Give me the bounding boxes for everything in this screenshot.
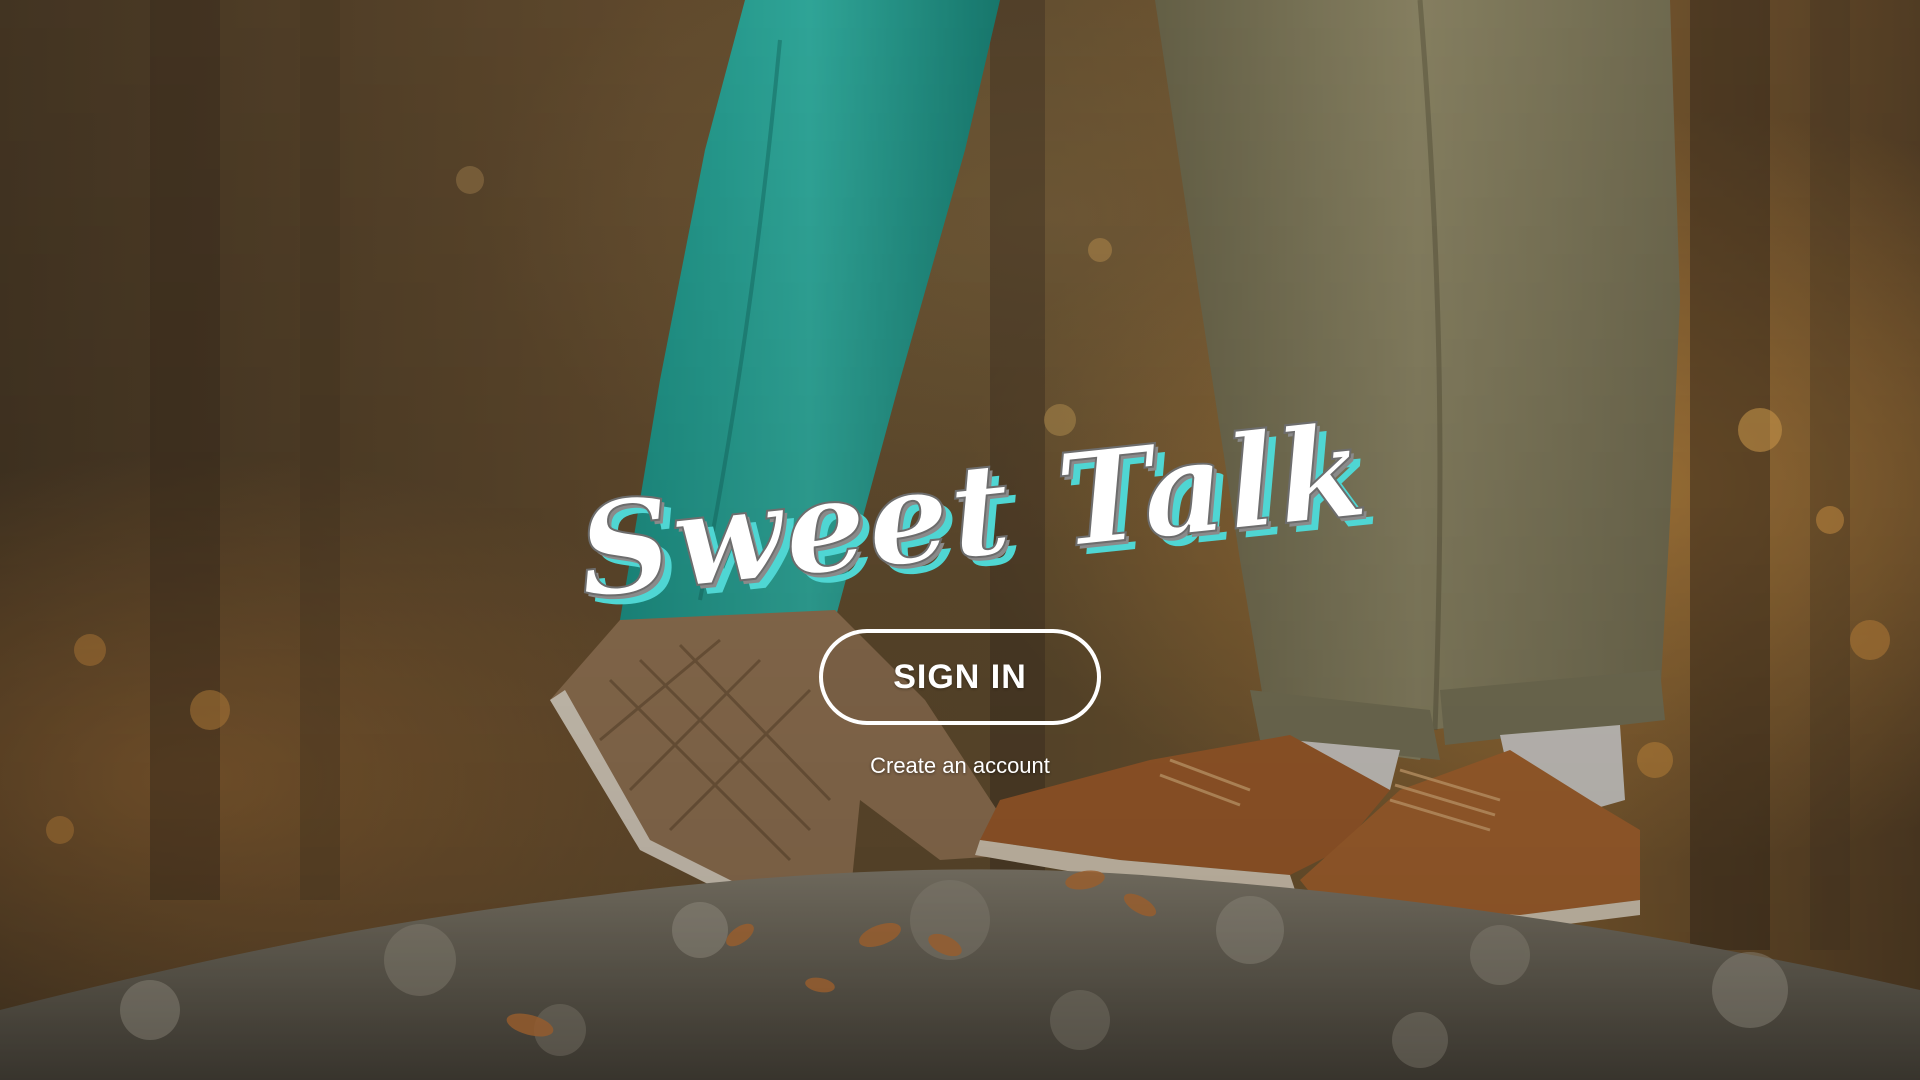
sweet-talk-logo: Sweet Talk Sweet Talk Sweet Talk bbox=[570, 395, 1385, 625]
sign-in-button[interactable]: SIGN IN bbox=[819, 629, 1101, 725]
welcome-screen: Sweet Talk Sweet Talk Sweet Talk SIGN IN… bbox=[0, 0, 1920, 1080]
create-account-link[interactable]: Create an account bbox=[810, 749, 1110, 783]
